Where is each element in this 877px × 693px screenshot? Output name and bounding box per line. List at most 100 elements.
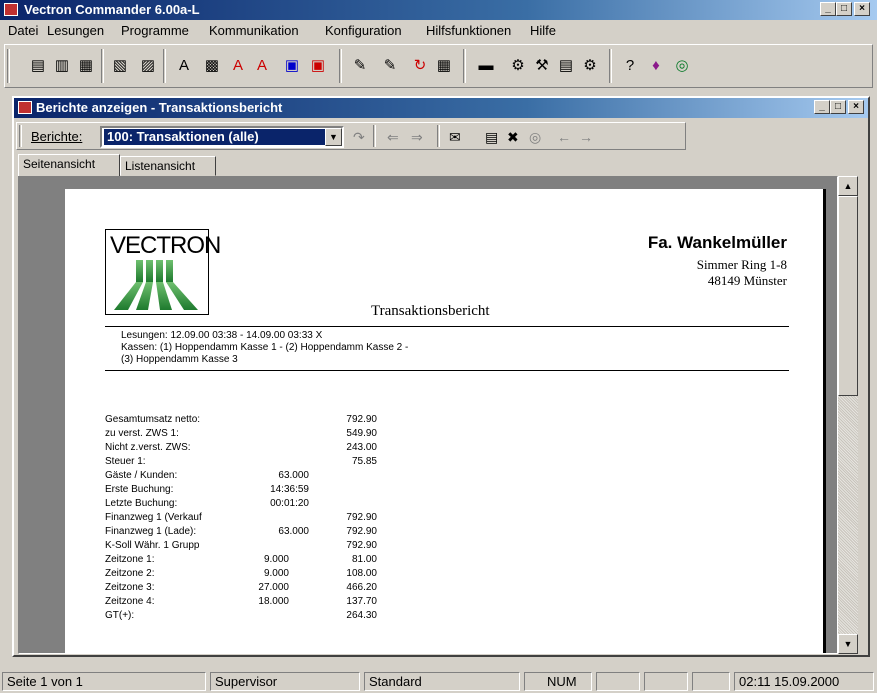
status-num: NUM [524, 672, 592, 691]
report-window-icon[interactable] [18, 101, 32, 114]
child-maximize-button[interactable]: □ [830, 100, 846, 114]
settings-icon[interactable]: ⚙ [579, 55, 601, 77]
page-preview-area[interactable]: VECTRON Fa. Wankelmüller Simmer Ring 1-8… [18, 176, 838, 654]
row-label: Finanzweg 1 (Verkauf [105, 512, 202, 523]
printer-icon[interactable]: ▩ [201, 55, 223, 77]
toolbar-separator [101, 49, 104, 83]
report-icon[interactable]: ▤ [27, 55, 49, 77]
app-icon[interactable] [4, 3, 18, 16]
row-label: Steuer 1: [105, 456, 146, 467]
row-label: zu verst. ZWS 1: [105, 428, 179, 439]
bookmark-icon[interactable]: ✉ [449, 129, 461, 146]
row-count: 00:01:20 [270, 498, 309, 509]
row-count: 18.000 [258, 596, 289, 607]
child-minimize-button[interactable]: _ [814, 100, 830, 114]
scroll-down-icon[interactable]: ▼ [838, 634, 858, 654]
maximize-button[interactable]: □ [836, 2, 852, 16]
report-select[interactable]: 100: Transaktionen (alle) ▼ [100, 126, 344, 148]
memory-icon[interactable]: ▣ [281, 55, 303, 77]
toolbar-separator [463, 49, 466, 83]
memory-export-icon[interactable]: ▣ [307, 55, 329, 77]
toolbar-separator [339, 49, 342, 83]
row-label: Zeitzone 2: [105, 568, 155, 579]
row-count: 9.000 [263, 554, 289, 565]
report-select-value: 100: Transaktionen (alle) [104, 129, 325, 145]
row-amount: 264.30 [346, 610, 377, 621]
edit-icon[interactable]: ▧ [109, 55, 131, 77]
vertical-scrollbar[interactable]: ▲ ▼ [838, 176, 858, 654]
book-icon[interactable]: ♦ [645, 55, 667, 77]
excel-icon[interactable]: ✖ [507, 129, 519, 146]
font-icon[interactable]: A [173, 55, 195, 77]
print-b-icon[interactable]: A [251, 55, 273, 77]
arrow-left-icon[interactable]: ⇐ [387, 129, 399, 146]
globe-icon[interactable]: ◎ [671, 55, 693, 77]
row-amount: 792.90 [346, 526, 377, 537]
redo-icon[interactable]: ↷ [353, 129, 365, 146]
print-icon[interactable]: ▤ [485, 129, 498, 146]
scroll-up-icon[interactable]: ▲ [838, 176, 858, 196]
terminal-icon[interactable]: ▤ [555, 55, 577, 77]
preview-icon[interactable]: ▦ [75, 55, 97, 77]
arrow-right-icon[interactable]: ⇒ [411, 129, 423, 146]
menu-bar: Datei Lesungen Programme Kommunikation K… [0, 20, 877, 40]
register-icon[interactable]: ▬ [475, 55, 497, 77]
row-amount: 137.70 [346, 596, 377, 607]
row-amount: 75.85 [351, 456, 377, 467]
report-page: VECTRON Fa. Wankelmüller Simmer Ring 1-8… [65, 189, 826, 653]
close-button[interactable]: × [854, 2, 870, 16]
vectron-logo: VECTRON [105, 229, 221, 315]
wand-alt-icon[interactable]: ✎ [379, 55, 401, 77]
menu-kommunikation[interactable]: Kommunikation [209, 23, 299, 38]
toolbar-separator [373, 125, 376, 147]
page-next-icon[interactable]: → [579, 129, 593, 145]
child-close-button[interactable]: × [848, 100, 864, 114]
report-viewer-title: Berichte anzeigen - Transaktionsbericht [36, 100, 283, 115]
app-title: Vectron Commander 6.00a-L [24, 2, 200, 17]
row-amount: 792.90 [346, 540, 377, 551]
company-street: Simmer Ring 1-8 [696, 257, 787, 272]
row-amount: 792.90 [346, 512, 377, 523]
row-label: GT(+): [105, 610, 135, 621]
row-label: Zeitzone 3: [105, 582, 155, 593]
row-label: Zeitzone 1: [105, 554, 155, 565]
menu-hilfe[interactable]: Hilfe [530, 23, 556, 38]
row-label: Nicht z.verst. ZWS: [105, 442, 191, 453]
menu-lesungen[interactable]: Lesungen [47, 23, 104, 38]
help-icon[interactable]: ? [619, 55, 641, 77]
toolbar-separator [7, 49, 10, 83]
chevron-down-icon[interactable]: ▼ [325, 128, 342, 146]
tab-seitenansicht[interactable]: Seitenansicht [18, 154, 120, 176]
main-toolbar: ▤ ▥ ▦ ▧ ▨ A ▩ A A ▣ ▣ ✎ ✎ ↻ ▦ ▬ ⚙ ⚒ ▤ ⚙ … [4, 44, 873, 88]
company-city: 48149 Münster [707, 273, 787, 288]
scroll-thumb[interactable] [838, 196, 858, 396]
page-prev-icon[interactable]: ← [557, 129, 571, 145]
report-viewer-title-bar[interactable]: Berichte anzeigen - Transaktionsbericht … [14, 98, 868, 118]
users-icon[interactable]: ⚙ [507, 55, 529, 77]
menu-konfiguration[interactable]: Konfiguration [325, 23, 402, 38]
zoom-icon[interactable]: ◎ [529, 129, 541, 146]
row-label: Erste Buchung: [105, 484, 174, 495]
row-count: 63.000 [278, 470, 309, 481]
export-icon[interactable]: ▨ [137, 55, 159, 77]
row-label: Gesamtumsatz netto: [105, 414, 201, 425]
menu-programme[interactable]: Programme [121, 23, 189, 38]
row-label: Finanzweg 1 (Lade): [105, 526, 197, 537]
refresh-icon[interactable]: ↻ [409, 55, 431, 77]
calc-icon[interactable]: ▦ [433, 55, 455, 77]
menu-datei[interactable]: Datei [8, 23, 38, 38]
menu-hilfsfunktionen[interactable]: Hilfsfunktionen [426, 23, 511, 38]
print-a-icon[interactable]: A [227, 55, 249, 77]
report-viewer-window: Berichte anzeigen - Transaktionsbericht … [12, 96, 870, 657]
tab-listenansicht[interactable]: Listenansicht [120, 156, 216, 176]
app-title-bar[interactable]: Vectron Commander 6.00a-L _ □ × [0, 0, 877, 20]
divider [105, 326, 789, 327]
minimize-button[interactable]: _ [820, 2, 836, 16]
row-amount: 792.90 [346, 414, 377, 425]
toolbar-separator [609, 49, 612, 83]
toolbar-separator [437, 125, 440, 147]
header-line-2: Kassen: (1) Hoppendamm Kasse 1 - (2) Hop… [121, 342, 409, 353]
wand-icon[interactable]: ✎ [349, 55, 371, 77]
print-report-icon[interactable]: ▥ [51, 55, 73, 77]
tools-icon[interactable]: ⚒ [531, 55, 553, 77]
